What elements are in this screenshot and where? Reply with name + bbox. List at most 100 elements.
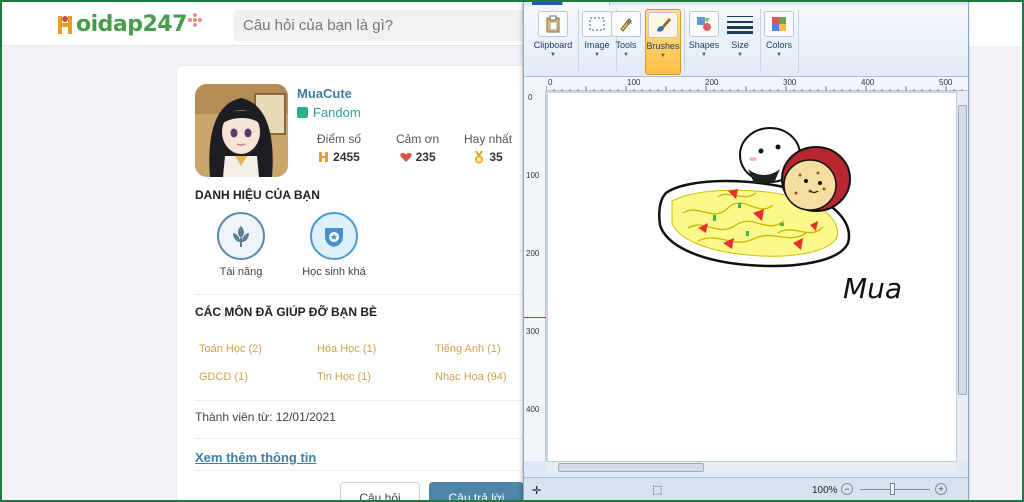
line-size-icon xyxy=(725,11,755,37)
logo-icon xyxy=(58,15,72,34)
chevron-down-icon: ▼ xyxy=(701,52,707,58)
rank-label: Fandom xyxy=(297,105,361,120)
cursor-marker xyxy=(524,317,546,318)
drawing-canvas[interactable]: Mua xyxy=(548,93,956,461)
vertical-scrollbar[interactable] xyxy=(956,91,968,461)
chevron-down-icon: ▼ xyxy=(776,52,782,58)
tool-label: Brushes xyxy=(646,41,680,51)
ruler-label: 500 xyxy=(939,78,953,87)
ribbon-tab-strip xyxy=(524,0,968,5)
logo-text: oidap247 xyxy=(76,12,187,37)
brush-icon xyxy=(648,12,678,38)
tool-label: Tools xyxy=(615,40,637,50)
ruler-ticks xyxy=(546,86,963,91)
stat-value: 35 xyxy=(489,150,503,164)
subject-link[interactable]: Tin Học (1) xyxy=(317,371,371,383)
subject-link[interactable]: Tiếng Anh (1) xyxy=(435,343,501,355)
stat-points: Điểm số 2455 xyxy=(317,132,361,164)
colors-tool[interactable]: Colors ▼ xyxy=(762,9,796,75)
zoom-slider-knob[interactable] xyxy=(890,483,895,495)
paint-window: Clipboard ▼ Image ▼ A Tools ▼ Brushes ▼ xyxy=(523,0,969,502)
scroll-thumb[interactable] xyxy=(958,105,967,395)
member-since: Thành viên từ: 12/01/2021 xyxy=(195,410,336,424)
header-right-area xyxy=(966,0,1024,46)
tab-home[interactable] xyxy=(562,0,610,5)
subject-link[interactable]: Nhạc Họa (94) xyxy=(435,371,507,383)
tool-label: Colors xyxy=(765,40,792,50)
pasta-drawing: Mua xyxy=(658,127,902,305)
vertical-ruler: 0 100 200 300 400 xyxy=(524,91,546,461)
cursor-position-icon: ✛ xyxy=(532,485,542,497)
stat-thanks: Cảm ơn 235 xyxy=(396,132,439,164)
stat-label: Điểm số xyxy=(317,132,362,146)
tool-label: Clipboard xyxy=(533,40,573,50)
ruler-label: 0 xyxy=(528,93,533,102)
chevron-down-icon: ▼ xyxy=(550,52,556,58)
subjects-heading: CÁC MÔN ĐÃ GIÚP ĐỠ BẠN BÈ xyxy=(195,305,378,319)
ribbon-separator xyxy=(760,9,761,71)
logo-flower-icon xyxy=(187,12,202,27)
ruler-label: 300 xyxy=(526,327,540,336)
shapes-tool[interactable]: Shapes ▼ xyxy=(686,9,722,75)
titles-heading: DANH HIỆU CỦA BẠN xyxy=(195,188,320,202)
avatar[interactable] xyxy=(195,84,288,177)
divider xyxy=(195,438,525,439)
stat-label: Hay nhất xyxy=(464,132,513,146)
site-logo[interactable]: oidap247 xyxy=(55,12,202,37)
title-label: Học sinh khá xyxy=(302,266,366,278)
tab-answers[interactable]: Câu trả lời xyxy=(429,482,524,502)
horizontal-ruler: 0 100 200 300 400 500 xyxy=(546,77,968,91)
subject-link[interactable]: Toán Học (2) xyxy=(199,343,262,355)
ruler-label: 400 xyxy=(526,405,540,414)
select-icon xyxy=(582,11,612,37)
search-input[interactable]: Câu hỏi của bạn là gì? xyxy=(233,10,533,41)
rank-text: Fandom xyxy=(313,105,361,120)
size-tool[interactable]: Size ▼ xyxy=(724,9,756,75)
image-tool[interactable]: Image ▼ xyxy=(580,9,614,75)
profile-card: MuaCute Fandom Điểm số 2455 Cảm ơn 235 H… xyxy=(177,66,537,502)
paint-ribbon: Clipboard ▼ Image ▼ A Tools ▼ Brushes ▼ xyxy=(524,0,968,77)
stat-value: 2455 xyxy=(333,150,360,164)
pencil-icon: A xyxy=(611,11,641,37)
scroll-thumb[interactable] xyxy=(558,463,704,472)
points-icon xyxy=(319,152,329,162)
shapes-icon xyxy=(689,11,719,37)
ruler-label: 300 xyxy=(783,78,797,87)
ribbon-separator xyxy=(798,9,799,71)
palette-icon xyxy=(764,11,794,37)
zoom-out-button[interactable]: − xyxy=(841,483,853,495)
ruler-label: 200 xyxy=(526,249,540,258)
zoom-in-button[interactable]: + xyxy=(935,483,947,495)
title-badge-good-student[interactable]: Học sinh khá xyxy=(284,212,384,278)
ribbon-separator xyxy=(684,9,685,71)
ruler-label: 100 xyxy=(627,78,641,87)
divider xyxy=(195,470,525,471)
chevron-down-icon: ▼ xyxy=(660,53,666,59)
clipboard-icon xyxy=(538,11,568,37)
username[interactable]: MuaCute xyxy=(297,86,352,101)
selection-size-icon: ⬚ xyxy=(652,484,663,496)
zoom-slider[interactable] xyxy=(860,489,930,490)
ruler-corner xyxy=(524,77,546,91)
tools-tool[interactable]: A Tools ▼ xyxy=(610,9,642,75)
ruler-label: 0 xyxy=(548,78,553,87)
file-menu-button[interactable] xyxy=(532,0,562,5)
horizontal-scrollbar[interactable] xyxy=(546,461,956,473)
divider xyxy=(195,294,525,295)
heart-icon xyxy=(399,152,412,162)
subject-link[interactable]: Hóa Học (1) xyxy=(317,343,376,355)
clipboard-tool[interactable]: Clipboard ▼ xyxy=(530,9,576,75)
svg-text:A: A xyxy=(627,18,632,26)
ruler-label: 100 xyxy=(526,171,540,180)
tab-questions[interactable]: Câu hỏi xyxy=(340,482,420,502)
title-badge-talent[interactable]: Tài năng xyxy=(191,212,291,278)
more-info-link[interactable]: Xem thêm thông tin xyxy=(195,450,316,465)
ruler-label: 200 xyxy=(705,78,719,87)
brushes-tool[interactable]: Brushes ▼ xyxy=(645,9,681,75)
stat-best: Hay nhất 35 xyxy=(464,132,512,164)
medal-icon xyxy=(475,150,484,163)
title-label: Tài năng xyxy=(219,266,263,278)
subject-link[interactable]: GDCD (1) xyxy=(199,371,248,383)
chevron-down-icon: ▼ xyxy=(623,52,629,58)
ruler-label: 400 xyxy=(861,78,875,87)
